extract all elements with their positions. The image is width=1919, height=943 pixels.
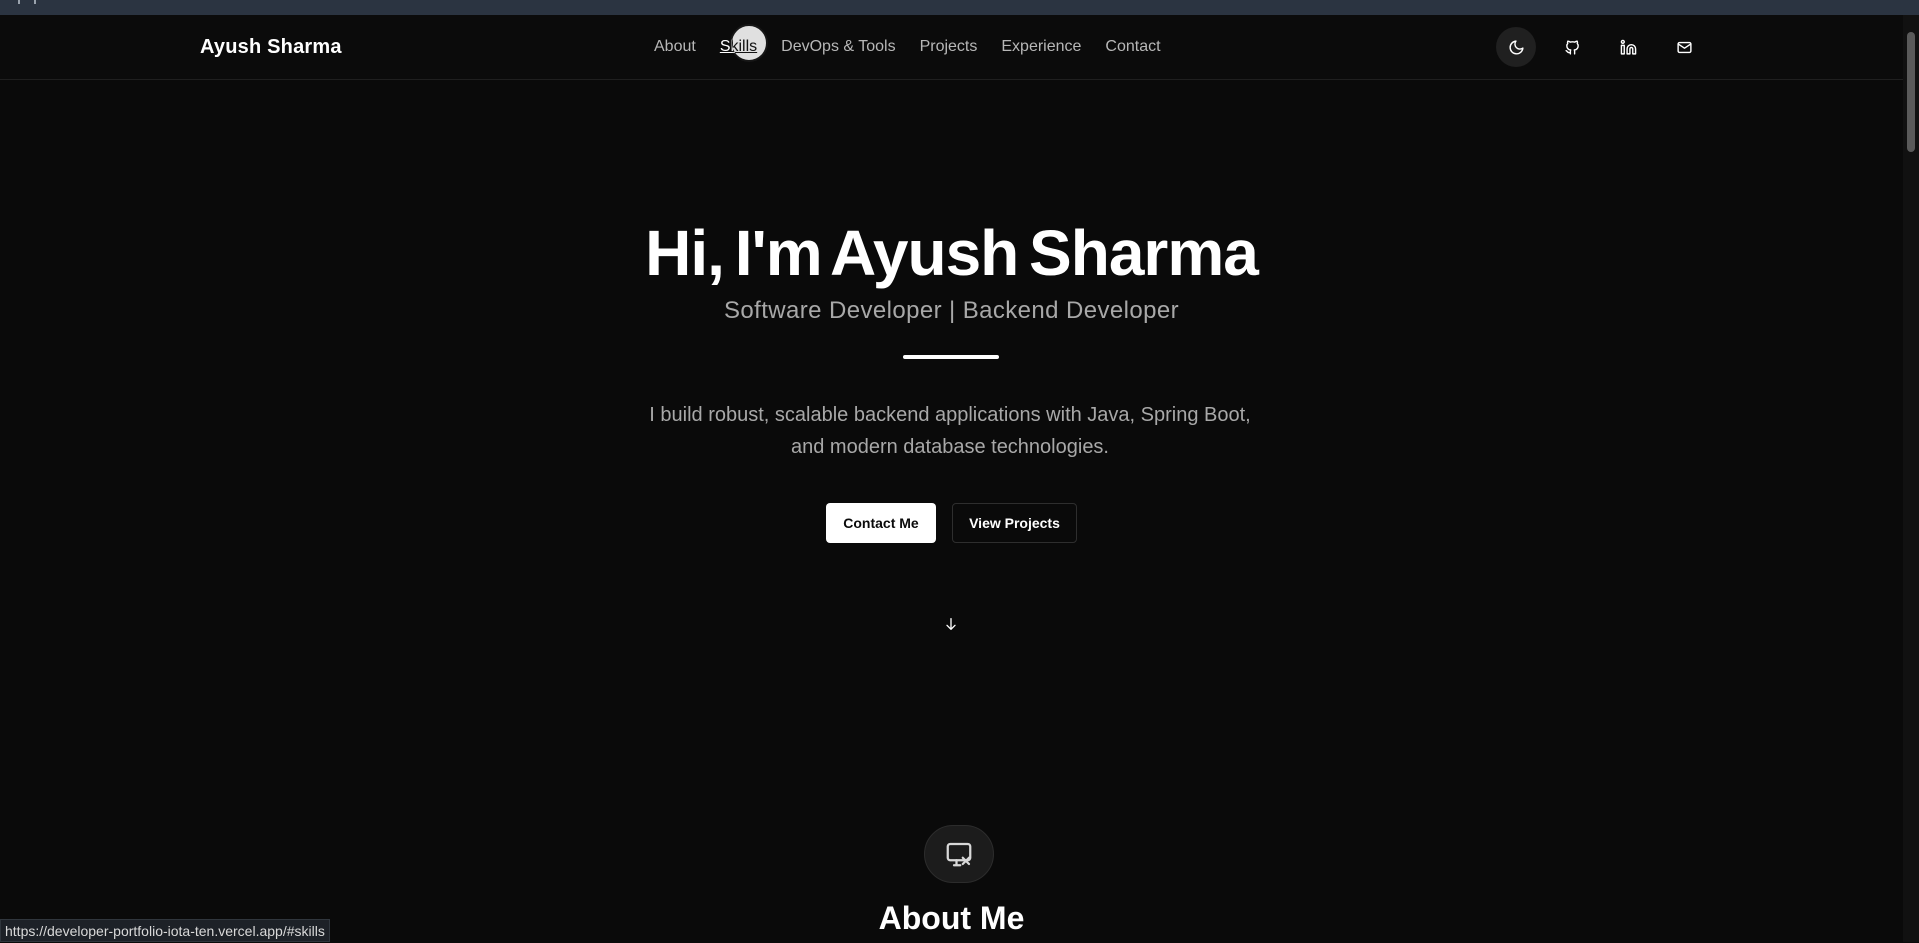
cursor-highlight <box>730 24 768 62</box>
hero-description-line-2: and modern database technologies. <box>790 436 1109 458</box>
hero-divider <box>903 355 999 359</box>
hero-title: Hi, I'm Ayush Sharma <box>645 217 1259 289</box>
nav-icon-group <box>1496 27 1704 67</box>
nav-link-contact[interactable]: Contact <box>1105 38 1160 58</box>
arrow-down-icon <box>946 618 956 630</box>
scrollbar-track[interactable] <box>1903 15 1919 942</box>
nav-link-about[interactable]: About <box>654 38 696 58</box>
page: Ayush Sharma About Skills DevOps & Tools… <box>0 15 1903 942</box>
mail-icon <box>1676 41 1692 53</box>
nav-link-projects[interactable]: Projects <box>920 38 978 58</box>
about-badge <box>924 825 994 883</box>
hero-description: I build robust, scalable backend applica… <box>600 399 1300 463</box>
navbar: Ayush Sharma About Skills DevOps & Tools… <box>0 15 1903 80</box>
scrollbar-thumb[interactable] <box>1907 32 1915 152</box>
github-button[interactable] <box>1552 27 1592 67</box>
tab-edge-icon <box>18 0 36 4</box>
browser-top-strip <box>0 0 1919 15</box>
linkedin-icon <box>1620 39 1636 55</box>
view-projects-button[interactable]: View Projects <box>952 503 1077 543</box>
nav-link-devops-tools[interactable]: DevOps & Tools <box>781 38 895 58</box>
screen-share-off-icon <box>946 842 972 867</box>
theme-toggle-button[interactable] <box>1496 27 1536 67</box>
contact-me-button[interactable]: Contact Me <box>826 503 936 543</box>
brand-logo[interactable]: Ayush Sharma <box>200 36 342 59</box>
email-button[interactable] <box>1664 27 1704 67</box>
moon-icon <box>1509 39 1524 54</box>
nav-link-experience[interactable]: Experience <box>1001 38 1081 58</box>
hero-cta-row: Contact Me View Projects <box>826 503 1077 543</box>
linkedin-button[interactable] <box>1608 27 1648 67</box>
status-bar-url: https://developer-portfolio-iota-ten.ver… <box>0 919 330 942</box>
scroll-down-button[interactable] <box>943 616 959 632</box>
hero-description-line-1: I build robust, scalable backend applica… <box>649 404 1251 426</box>
hero-subtitle: Software Developer | Backend Developer <box>723 297 1179 324</box>
github-icon <box>1564 39 1579 55</box>
